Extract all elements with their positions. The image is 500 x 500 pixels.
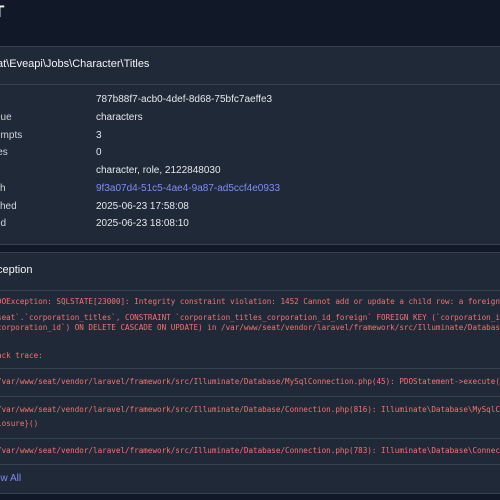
stack-frame: /var/www/seat/vendor/laravel/framework/s… bbox=[0, 446, 500, 455]
detail-row-failed: ed 2025-06-23 18:08:10 bbox=[0, 218, 500, 236]
detail-value: 3 bbox=[96, 130, 102, 141]
exception-card-header: ception bbox=[0, 253, 500, 291]
stack-trace-title: ack trace: bbox=[0, 351, 43, 360]
exception-card: ception DOException: SQLSTATE[23000]: In… bbox=[0, 252, 500, 494]
page-title: T bbox=[0, 2, 4, 22]
stack-frame-continuation: losure}() bbox=[0, 419, 39, 428]
divider bbox=[0, 396, 500, 397]
detail-value: 2025-06-23 18:08:10 bbox=[96, 218, 189, 229]
detail-label: shed bbox=[0, 201, 17, 212]
detail-row-pushed: shed 2025-06-23 17:58:08 bbox=[0, 201, 500, 219]
exception-message-line: seat`.`corporation_titles`, CONSTRAINT `… bbox=[0, 313, 500, 322]
detail-label: ed bbox=[0, 218, 7, 229]
detail-row-uuid: 787b88f7-acb0-4def-8d68-75bfc7aeffe3 bbox=[0, 94, 500, 112]
detail-label: ch bbox=[0, 183, 6, 194]
show-all-link[interactable]: ow All bbox=[0, 473, 21, 484]
job-details-card: at\Eveapi\Jobs\Character\Titles 787b88f7… bbox=[0, 46, 500, 245]
detail-row-retries: ies 0 bbox=[0, 147, 500, 165]
job-card-header: at\Eveapi\Jobs\Character\Titles bbox=[0, 47, 500, 85]
stack-frame: /var/www/seat/vendor/laravel/framework/s… bbox=[0, 405, 500, 414]
detail-label: ies bbox=[0, 147, 8, 158]
divider bbox=[0, 438, 500, 439]
detail-value: characters bbox=[96, 112, 143, 123]
detail-value: 787b88f7-acb0-4def-8d68-75bfc7aeffe3 bbox=[96, 94, 273, 105]
detail-value: 2025-06-23 17:58:08 bbox=[96, 201, 189, 212]
detail-value: character, role, 2122848030 bbox=[96, 165, 221, 176]
detail-row-queue: eue characters bbox=[0, 112, 500, 130]
detail-row-batch: ch 9f3a07d4-51c5-4ae4-9a87-ad5ccf4e0933 bbox=[0, 183, 500, 201]
detail-label: eue bbox=[0, 112, 12, 123]
exception-message-line: DOException: SQLSTATE[23000]: Integrity … bbox=[0, 297, 500, 306]
detail-row-attempts: empts 3 bbox=[0, 130, 500, 148]
detail-row-tags: s character, role, 2122848030 bbox=[0, 165, 500, 183]
exception-title: ception bbox=[0, 264, 33, 276]
exception-message-line: corporation_id`) ON DELETE CASCADE ON UP… bbox=[0, 323, 500, 332]
stack-frame: /var/www/seat/vendor/laravel/framework/s… bbox=[0, 377, 500, 386]
job-class-name: at\Eveapi\Jobs\Character\Titles bbox=[0, 58, 150, 70]
divider bbox=[0, 368, 500, 369]
batch-link[interactable]: 9f3a07d4-51c5-4ae4-9a87-ad5ccf4e0933 bbox=[96, 183, 280, 194]
divider bbox=[0, 464, 500, 465]
page-header: T bbox=[0, 0, 500, 36]
detail-label: empts bbox=[0, 130, 23, 141]
detail-value: 0 bbox=[96, 147, 102, 158]
